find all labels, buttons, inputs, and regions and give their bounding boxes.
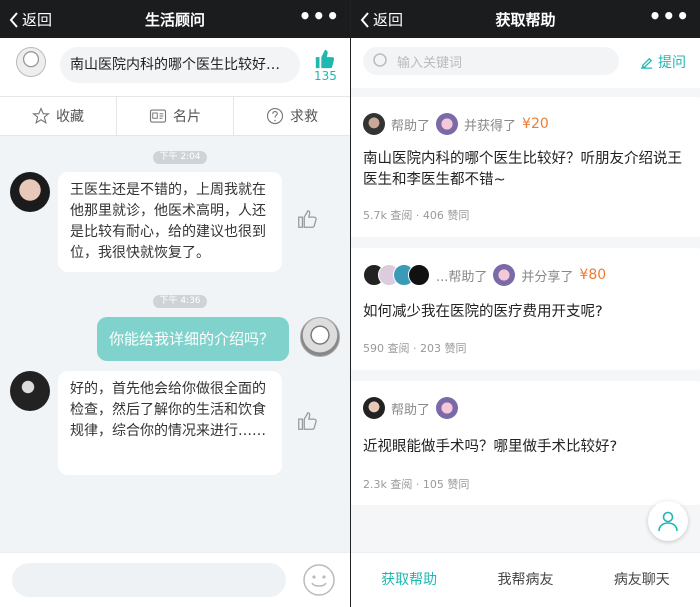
helper-row: ...帮助了 并分享了 ¥80 [363, 264, 606, 286]
my-avatar[interactable] [300, 317, 340, 357]
message-bubble: 王医生还是不错的，上周我就在他那里就诊，他医术高明，人还是比较有耐心，给的建议也… [58, 172, 282, 272]
question-like-button[interactable]: 135 [314, 48, 337, 83]
helper-avatar[interactable] [363, 397, 385, 419]
question-title: 如何减少我在医院的医疗费用开支呢? [363, 304, 603, 320]
more-button[interactable]: ••• [299, 6, 340, 26]
message-like-icon[interactable] [296, 208, 318, 230]
helped-label: ...帮助了 [436, 269, 488, 285]
doctor-avatar[interactable] [10, 172, 50, 212]
bottom-tab-bar: 获取帮助 我帮病友 病友聊天 [351, 552, 700, 607]
helped-user-avatar[interactable] [493, 264, 516, 286]
star-icon [32, 107, 50, 124]
more-button[interactable]: ••• [649, 6, 690, 26]
doctor-avatar[interactable] [10, 371, 50, 411]
search-bar: 输入关键词 提问 [351, 38, 700, 88]
seek-help-button[interactable]: 求救 [234, 97, 350, 135]
page-title: 生活顾问 [144, 11, 205, 29]
thumbs-up-icon [316, 49, 335, 69]
helped-user-avatar[interactable] [436, 397, 459, 419]
get-help-screen: 返回 获取帮助 ••• 输入关键词 提问 帮助了 并获得了 ¥20 南山医院内科… [350, 0, 700, 607]
card-stats: 2.3k 查阅 · 105 赞同 [363, 478, 470, 491]
agree-count: 203 赞同 [420, 342, 467, 355]
card-stats: 5.7k 查阅 · 406 赞同 [363, 209, 470, 222]
edit-icon [640, 57, 653, 69]
action-bar: 收藏 名片 求救 [0, 96, 350, 136]
gain-label: 并分享了 [521, 269, 574, 285]
helper-avatar-group [363, 264, 430, 286]
message-bubble: 好的，首先他会给你做很全面的检查，然后了解你的生活和饮食规律，综合你的情况来进行… [58, 371, 282, 475]
chat-input-bar [0, 552, 350, 607]
business-card-button[interactable]: 名片 [117, 97, 234, 135]
ask-label: 提问 [658, 55, 686, 71]
tab-patient-chat[interactable]: 病友聊天 [584, 553, 700, 607]
help-card[interactable]: 帮助了 近视眼能做手术吗？哪里做手术比较好? 2.3k 查阅 · 105 赞同 [351, 381, 700, 505]
view-count: 5.7k 查阅 [363, 209, 413, 222]
profile-fab-button[interactable] [648, 501, 688, 541]
tab-help-patients[interactable]: 我帮病友 [467, 553, 583, 607]
agree-count: 406 赞同 [422, 209, 470, 222]
view-count: 2.3k 查阅 [363, 478, 413, 491]
reward-amount: ¥80 [579, 267, 607, 283]
search-placeholder: 输入关键词 [397, 55, 463, 71]
card-stats: 590 查阅 · 203 赞同 [363, 342, 467, 355]
help-card[interactable]: ...帮助了 并分享了 ¥80 如何减少我在医院的医疗费用开支呢? 590 查阅… [351, 248, 700, 370]
like-count: 135 [314, 69, 337, 83]
question-title: 南山医院内科的哪个医生比较好？听朋友介绍说王医生和李医生都不错~ [363, 151, 682, 188]
timestamp: 下午 2:04 [153, 151, 207, 164]
helped-label: 帮助了 [391, 402, 431, 418]
agree-count: 105 赞同 [422, 478, 470, 491]
helped-label: 帮助了 [391, 118, 431, 134]
help-card[interactable]: 帮助了 并获得了 ¥20 南山医院内科的哪个医生比较好？听朋友介绍说王医生和李医… [351, 97, 700, 237]
question-title: 近视眼能做手术吗？哪里做手术比较好? [363, 439, 618, 455]
asker-avatar[interactable] [16, 47, 46, 77]
favorite-button[interactable]: 收藏 [0, 97, 117, 135]
page-title: 获取帮助 [495, 11, 556, 29]
question-bar: 南山医院内科的哪个医生比较好… 135 [0, 38, 350, 96]
helper-avatar[interactable] [363, 113, 385, 135]
emoji-icon[interactable] [302, 563, 336, 597]
helped-user-avatar[interactable] [436, 113, 459, 135]
my-message-bubble: 你能给我详细的介绍吗？ [97, 317, 289, 361]
left-navbar: 返回 生活顾问 ••• [0, 0, 350, 38]
favorite-label: 收藏 [56, 109, 84, 125]
help-icon [266, 107, 284, 125]
seek-help-label: 求救 [290, 109, 318, 125]
view-count: 590 查阅 [363, 342, 410, 355]
search-icon [373, 53, 387, 67]
tab-get-help[interactable]: 获取帮助 [351, 553, 467, 607]
reward-amount: ¥20 [522, 116, 549, 132]
helper-row: 帮助了 [363, 397, 459, 419]
question-text[interactable]: 南山医院内科的哪个医生比较好… [60, 47, 300, 83]
helper-avatar[interactable] [408, 264, 430, 286]
gain-label: 并获得了 [464, 118, 517, 134]
search-input[interactable]: 输入关键词 [363, 47, 619, 75]
card-icon [149, 109, 167, 123]
person-icon [658, 511, 678, 532]
message-like-icon[interactable] [296, 410, 318, 432]
helper-row: 帮助了 并获得了 ¥20 [363, 113, 549, 135]
timestamp: 下午 4:36 [153, 295, 207, 308]
business-card-label: 名片 [173, 109, 201, 125]
right-navbar: 返回 获取帮助 ••• [351, 0, 700, 38]
message-input[interactable] [12, 563, 286, 597]
ask-question-button[interactable]: 提问 [639, 52, 686, 72]
advisor-chat-screen: 返回 生活顾问 ••• 南山医院内科的哪个医生比较好… 135 收藏 名片 求救… [0, 0, 350, 607]
